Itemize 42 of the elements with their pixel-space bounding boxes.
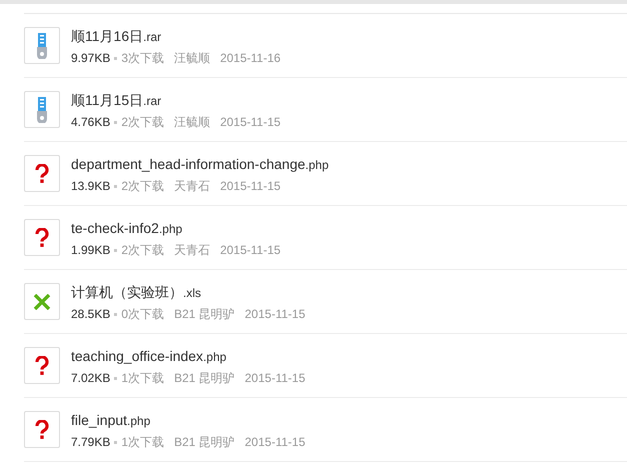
upload-date: 2015-11-15 <box>244 306 306 322</box>
upload-date: 2015-11-15 <box>220 178 281 194</box>
zipper-icon <box>37 32 47 58</box>
download-count: 1次下载 <box>121 370 164 386</box>
file-size: 28.5KB <box>71 306 110 322</box>
file-name-link[interactable]: te-check-info2.php <box>71 219 281 238</box>
download-count: 0次下载 <box>121 306 164 322</box>
upload-date: 2015-11-15 <box>220 114 281 130</box>
question-mark-icon <box>35 420 49 440</box>
file-size: 7.79KB <box>71 434 110 450</box>
uploader-name: B21 昆明驴 <box>174 370 235 386</box>
download-count: 2次下载 <box>121 242 164 258</box>
uploader-name: 汪毓顺 <box>174 50 210 66</box>
file-size: 7.02KB <box>71 370 110 386</box>
file-name-link[interactable]: 顺11月16日.rar <box>71 27 281 46</box>
file-name-link[interactable]: department_head-information-change.php <box>71 155 329 174</box>
file-size: 9.97KB <box>71 50 110 66</box>
file-name-link[interactable]: 计算机（实验班）.xls <box>71 283 306 302</box>
question-mark-icon <box>35 228 49 248</box>
uploader-name: B21 昆明驴 <box>174 434 235 450</box>
file-size: 13.9KB <box>71 178 110 194</box>
file-size: 4.76KB <box>71 114 110 130</box>
upload-date: 2015-11-15 <box>220 242 281 258</box>
download-count: 1次下载 <box>121 434 164 450</box>
question-mark-icon <box>35 356 49 376</box>
question-mark-icon <box>35 164 49 184</box>
uploader-name: 汪毓顺 <box>174 114 210 130</box>
file-name-link[interactable]: teaching_office-index.php <box>71 347 306 366</box>
uploader-name: B21 昆明驴 <box>174 306 235 322</box>
upload-date: 2015-11-15 <box>244 434 306 450</box>
download-count: 2次下载 <box>121 178 164 194</box>
zipper-icon <box>37 96 47 122</box>
file-name-link[interactable]: 顺11月15日.rar <box>71 91 281 110</box>
download-count: 3次下载 <box>121 50 164 66</box>
x-mark-icon <box>33 294 51 310</box>
file-size: 1.99KB <box>71 242 110 258</box>
uploader-name: 天青石 <box>174 242 210 258</box>
upload-date: 2015-11-16 <box>220 50 281 66</box>
download-count: 2次下载 <box>121 114 164 130</box>
file-name-link[interactable]: file_input.php <box>71 411 306 430</box>
upload-date: 2015-11-15 <box>244 370 306 386</box>
uploader-name: 天青石 <box>174 178 210 194</box>
